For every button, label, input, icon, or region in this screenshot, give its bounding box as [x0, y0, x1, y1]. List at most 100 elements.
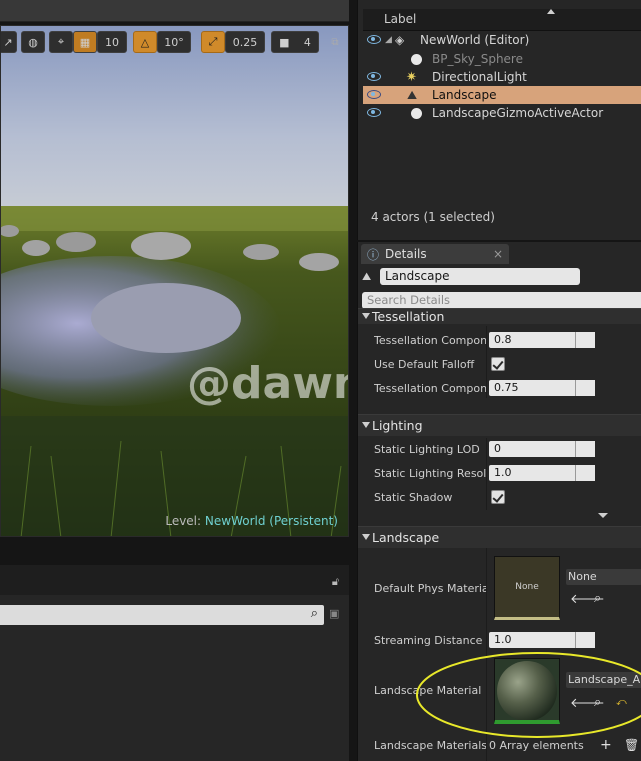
visibility-eye-icon[interactable]	[367, 72, 381, 81]
sort-ascending-icon[interactable]	[547, 9, 555, 14]
add-element-icon[interactable]: +	[600, 737, 612, 753]
grid-snap-value[interactable]: 10	[97, 31, 127, 53]
property-label: Landscape Materials C	[374, 738, 486, 752]
scale-snap-icon[interactable]: ⤢	[201, 31, 225, 53]
collapse-arrow-icon	[362, 313, 370, 319]
tessellation-component-row-2: Tessellation Compone 0.75	[358, 376, 641, 400]
bottom-panel-tabbar: 🔓︎	[0, 565, 349, 595]
outliner-item-label: Landscape	[432, 88, 497, 102]
world-icon: ◈	[395, 33, 405, 47]
static-lighting-resolution-row: Static Lighting Resolut 1.0	[358, 461, 641, 485]
search-input[interactable]: ⌕	[0, 605, 324, 625]
light-icon: ✷	[406, 69, 417, 85]
outliner-item-label: NewWorld (Editor)	[420, 33, 530, 47]
level-viewport[interactable]: @dawn_arc ↗ ◍ ⌖ ▦ 10 △ 10° ⤢ 0.25 ■ 4 ⧉ …	[0, 25, 349, 537]
static-lighting-lod-field[interactable]: 0	[489, 441, 595, 457]
thumbnail-label: None	[515, 582, 539, 592]
property-label: Use Default Falloff	[374, 357, 475, 371]
visibility-eye-icon[interactable]	[367, 35, 381, 44]
outliner-item-label: LandscapeGizmoActiveActor	[432, 106, 604, 120]
property-label: Static Lighting Resolut	[374, 466, 486, 480]
delete-all-icon[interactable]: 🗑︎	[624, 738, 639, 752]
viewport-title-strip	[0, 0, 349, 22]
landscape-materials-override-row: Landscape Materials C 0 Array elements +…	[358, 733, 641, 757]
level-label: Level:	[165, 514, 202, 528]
field-value: 1.0	[494, 633, 512, 646]
rotation-snap-value[interactable]: 10°	[157, 31, 191, 53]
static-shadow-checkbox[interactable]	[491, 490, 505, 504]
close-tab-icon[interactable]: ×	[493, 247, 503, 261]
tab-label: Details	[385, 247, 427, 261]
search-icon[interactable]: ⌕	[311, 606, 318, 621]
actor-icon: ⛰	[362, 270, 372, 283]
surface-snap-icon[interactable]: ⌖	[49, 31, 73, 53]
drag-arrow-icon[interactable]	[575, 441, 595, 457]
camera-icon: ■	[279, 35, 290, 49]
property-label: Tessellation Compone	[374, 381, 486, 395]
advanced-expand-icon[interactable]	[598, 513, 608, 518]
viewport-toolbar: ↗ ◍ ⌖ ▦ 10 △ 10° ⤢ 0.25 ■ 4 ⧉	[1, 26, 348, 58]
array-count: 0 Array elements	[489, 738, 584, 752]
static-lighting-resolution-field[interactable]: 1.0	[489, 465, 595, 481]
outliner-row-landscape[interactable]: ⛰ Landscape	[363, 86, 641, 104]
use-default-falloff-row: Use Default Falloff	[358, 352, 641, 376]
browse-search-icon[interactable]: ⌕	[594, 591, 601, 606]
world-outliner: Label ◢ ◈ NewWorld (Editor) BP_Sky_Spher…	[357, 0, 641, 240]
field-value: 0	[494, 442, 501, 455]
expand-arrow-icon[interactable]: ◢	[385, 35, 392, 45]
panel-separator	[0, 540, 349, 565]
static-lighting-lod-row: Static Lighting LOD 0	[358, 437, 641, 461]
drag-arrow-icon[interactable]	[575, 632, 595, 648]
landscape-icon: ⛰	[407, 87, 418, 102]
label-column-header[interactable]: Label	[384, 12, 416, 26]
bottom-panel: 🔓︎ ⌕ ▣	[0, 565, 349, 761]
tab-details[interactable]: ⓘ Details ×	[361, 244, 509, 264]
world-local-icon[interactable]: ◍	[21, 31, 45, 53]
property-label: Tessellation Compone	[374, 333, 486, 347]
outliner-row-directional-light[interactable]: ✷ DirectionalLight	[363, 68, 641, 86]
field-value: 1.0	[494, 466, 512, 479]
visibility-eye-icon[interactable]	[367, 90, 381, 99]
grid-snap-icon[interactable]: ▦	[73, 31, 97, 53]
translate-mode-icon[interactable]: ↗	[1, 31, 17, 53]
sphere-icon	[411, 53, 422, 65]
tessellation-component-row: Tessellation Compone 0.8	[358, 328, 641, 352]
section-tessellation[interactable]: Tessellation	[358, 308, 641, 324]
streaming-distance-field[interactable]: 1.0	[489, 632, 595, 648]
phys-material-dropdown[interactable]: None	[566, 569, 641, 585]
info-icon: ⓘ	[367, 247, 380, 262]
details-panel: ⓘ Details × ⛰ Landscape Search Details T…	[357, 242, 641, 761]
scale-snap-value[interactable]: 0.25	[225, 31, 265, 53]
level-name: NewWorld (Persistent)	[204, 514, 338, 528]
property-label: Static Shadow	[374, 490, 453, 504]
tessellation-component-field[interactable]: 0.8	[489, 332, 595, 348]
drag-arrow-icon[interactable]	[575, 332, 595, 348]
outliner-row-sky-sphere[interactable]: BP_Sky_Sphere	[363, 50, 641, 68]
maximize-viewport-icon[interactable]: ⧉	[327, 31, 343, 53]
drag-arrow-icon[interactable]	[575, 465, 595, 481]
section-landscape[interactable]: Landscape	[358, 526, 641, 548]
level-indicator: Level: NewWorld (Persistent)	[165, 514, 338, 528]
lock-icon[interactable]: 🔓︎	[332, 575, 339, 589]
watermark-text: @dawn_arc	[187, 358, 349, 409]
outliner-item-label: BP_Sky_Sphere	[432, 52, 523, 66]
phys-material-thumbnail[interactable]: None	[494, 556, 560, 620]
use-default-falloff-checkbox[interactable]	[491, 357, 505, 371]
outliner-row-world[interactable]: ◢ ◈ NewWorld (Editor)	[363, 31, 641, 49]
property-label: Static Lighting LOD	[374, 442, 480, 456]
static-shadow-row: Static Shadow	[358, 485, 641, 509]
drag-arrow-icon[interactable]	[575, 380, 595, 396]
field-value: 0.8	[494, 333, 512, 346]
search-details-input[interactable]: Search Details	[362, 292, 641, 309]
outliner-row-gizmo[interactable]: LandscapeGizmoActiveActor	[363, 104, 641, 122]
actor-name-field[interactable]: Landscape	[380, 268, 580, 285]
save-search-icon[interactable]: ▣	[329, 607, 339, 620]
tessellation-component-field-2[interactable]: 0.75	[489, 380, 595, 396]
camera-speed-button[interactable]: ■ 4	[271, 31, 319, 53]
rotation-snap-icon[interactable]: △	[133, 31, 157, 53]
sphere-icon	[411, 107, 422, 119]
outliner-item-label: DirectionalLight	[432, 70, 527, 84]
property-label: Streaming Distance M	[374, 633, 486, 647]
section-lighting[interactable]: Lighting	[358, 414, 641, 436]
visibility-eye-icon[interactable]	[367, 108, 381, 117]
